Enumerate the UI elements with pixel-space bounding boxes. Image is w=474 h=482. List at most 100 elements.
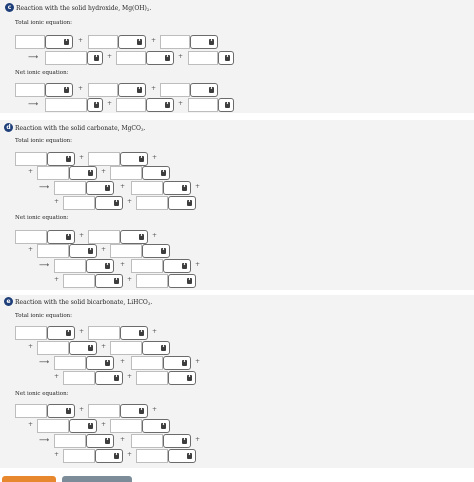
formula-input[interactable] bbox=[63, 449, 95, 463]
submit-answer-button[interactable] bbox=[2, 476, 56, 482]
equation-row: + ⬍ + ⬍ bbox=[15, 371, 435, 385]
formula-input[interactable] bbox=[131, 434, 163, 448]
formula-input[interactable] bbox=[45, 98, 87, 112]
state-select[interactable]: ⬍ bbox=[190, 35, 218, 49]
formula-input[interactable] bbox=[37, 419, 69, 433]
state-select[interactable]: ⬍ bbox=[120, 326, 148, 340]
state-select[interactable]: ⬍ bbox=[69, 166, 97, 180]
formula-input[interactable] bbox=[136, 449, 168, 463]
state-select[interactable]: ⬍ bbox=[87, 51, 103, 65]
state-select[interactable]: ⬍ bbox=[95, 196, 123, 210]
state-select[interactable]: ⬍ bbox=[190, 83, 218, 97]
formula-input[interactable] bbox=[160, 35, 190, 49]
formula-input[interactable] bbox=[188, 98, 218, 112]
state-select[interactable]: ⬍ bbox=[218, 51, 234, 65]
state-select[interactable]: ⬍ bbox=[86, 356, 114, 370]
formula-input[interactable] bbox=[110, 166, 142, 180]
state-select[interactable]: ⬍ bbox=[95, 274, 123, 288]
state-select[interactable]: ⬍ bbox=[86, 434, 114, 448]
formula-input[interactable] bbox=[37, 341, 69, 355]
state-select[interactable]: ⬍ bbox=[142, 166, 170, 180]
formula-input[interactable] bbox=[15, 83, 45, 97]
formula-input[interactable] bbox=[88, 35, 118, 49]
formula-input[interactable] bbox=[110, 419, 142, 433]
updown-chevron-icon: ⬍ bbox=[66, 232, 71, 237]
formula-input[interactable] bbox=[110, 244, 142, 258]
formula-input[interactable] bbox=[88, 83, 118, 97]
state-select[interactable]: ⬍ bbox=[163, 181, 191, 195]
formula-input[interactable] bbox=[54, 181, 86, 195]
state-select[interactable]: ⬍ bbox=[118, 35, 146, 49]
updown-chevron-icon: ⬍ bbox=[209, 37, 214, 42]
formula-input[interactable] bbox=[131, 181, 163, 195]
formula-input[interactable] bbox=[54, 434, 86, 448]
state-select[interactable]: ⬍ bbox=[146, 98, 174, 112]
try-another-version-button[interactable] bbox=[62, 476, 132, 482]
formula-input[interactable] bbox=[88, 152, 120, 166]
formula-input[interactable] bbox=[110, 341, 142, 355]
state-select[interactable]: ⬍ bbox=[120, 230, 148, 244]
formula-input[interactable] bbox=[88, 326, 120, 340]
state-select[interactable]: ⬍ bbox=[47, 152, 75, 166]
formula-input[interactable] bbox=[15, 35, 45, 49]
formula-input[interactable] bbox=[131, 356, 163, 370]
state-select[interactable]: ⬍ bbox=[142, 341, 170, 355]
formula-input[interactable] bbox=[131, 259, 163, 273]
state-select[interactable]: ⬍ bbox=[47, 326, 75, 340]
state-select[interactable]: ⬍ bbox=[163, 356, 191, 370]
formula-input[interactable] bbox=[37, 166, 69, 180]
state-select[interactable]: ⬍ bbox=[69, 341, 97, 355]
state-select[interactable]: ⬍ bbox=[142, 419, 170, 433]
formula-input[interactable] bbox=[37, 244, 69, 258]
formula-input[interactable] bbox=[116, 98, 146, 112]
part-d-badge: d bbox=[4, 123, 13, 132]
state-select[interactable]: ⬍ bbox=[95, 449, 123, 463]
formula-input[interactable] bbox=[136, 196, 168, 210]
state-select[interactable]: ⬍ bbox=[168, 196, 196, 210]
state-select[interactable]: ⬍ bbox=[168, 371, 196, 385]
state-select[interactable]: ⬍ bbox=[87, 98, 103, 112]
state-select[interactable]: ⬍ bbox=[45, 83, 73, 97]
formula-input[interactable] bbox=[15, 404, 47, 418]
updown-chevron-icon: ⬍ bbox=[94, 100, 99, 105]
formula-input[interactable] bbox=[188, 51, 218, 65]
formula-input[interactable] bbox=[88, 230, 120, 244]
formula-input[interactable] bbox=[116, 51, 146, 65]
state-select[interactable]: ⬍ bbox=[168, 449, 196, 463]
formula-input[interactable] bbox=[15, 326, 47, 340]
plus-sign: + bbox=[127, 198, 133, 205]
formula-input[interactable] bbox=[45, 51, 87, 65]
state-select[interactable]: ⬍ bbox=[163, 259, 191, 273]
formula-input[interactable] bbox=[15, 230, 47, 244]
state-select[interactable]: ⬍ bbox=[45, 35, 73, 49]
state-select[interactable]: ⬍ bbox=[168, 274, 196, 288]
plus-sign: + bbox=[152, 232, 158, 239]
state-select[interactable]: ⬍ bbox=[69, 244, 97, 258]
state-select[interactable]: ⬍ bbox=[142, 244, 170, 258]
state-select[interactable]: ⬍ bbox=[86, 259, 114, 273]
state-select[interactable]: ⬍ bbox=[86, 181, 114, 195]
state-select[interactable]: ⬍ bbox=[218, 98, 234, 112]
formula-input[interactable] bbox=[63, 371, 95, 385]
state-select[interactable]: ⬍ bbox=[146, 51, 174, 65]
state-select[interactable]: ⬍ bbox=[95, 371, 123, 385]
updown-chevron-icon: ⬍ bbox=[187, 451, 192, 456]
state-select[interactable]: ⬍ bbox=[47, 230, 75, 244]
formula-input[interactable] bbox=[160, 83, 190, 97]
formula-input[interactable] bbox=[54, 259, 86, 273]
state-select[interactable]: ⬍ bbox=[47, 404, 75, 418]
state-select[interactable]: ⬍ bbox=[118, 83, 146, 97]
formula-input[interactable] bbox=[63, 274, 95, 288]
state-select[interactable]: ⬍ bbox=[163, 434, 191, 448]
updown-chevron-icon: ⬍ bbox=[105, 183, 110, 188]
formula-input[interactable] bbox=[63, 196, 95, 210]
plus-sign: + bbox=[79, 154, 85, 161]
state-select[interactable]: ⬍ bbox=[120, 152, 148, 166]
formula-input[interactable] bbox=[136, 274, 168, 288]
formula-input[interactable] bbox=[15, 152, 47, 166]
state-select[interactable]: ⬍ bbox=[120, 404, 148, 418]
formula-input[interactable] bbox=[88, 404, 120, 418]
state-select[interactable]: ⬍ bbox=[69, 419, 97, 433]
formula-input[interactable] bbox=[136, 371, 168, 385]
formula-input[interactable] bbox=[54, 356, 86, 370]
